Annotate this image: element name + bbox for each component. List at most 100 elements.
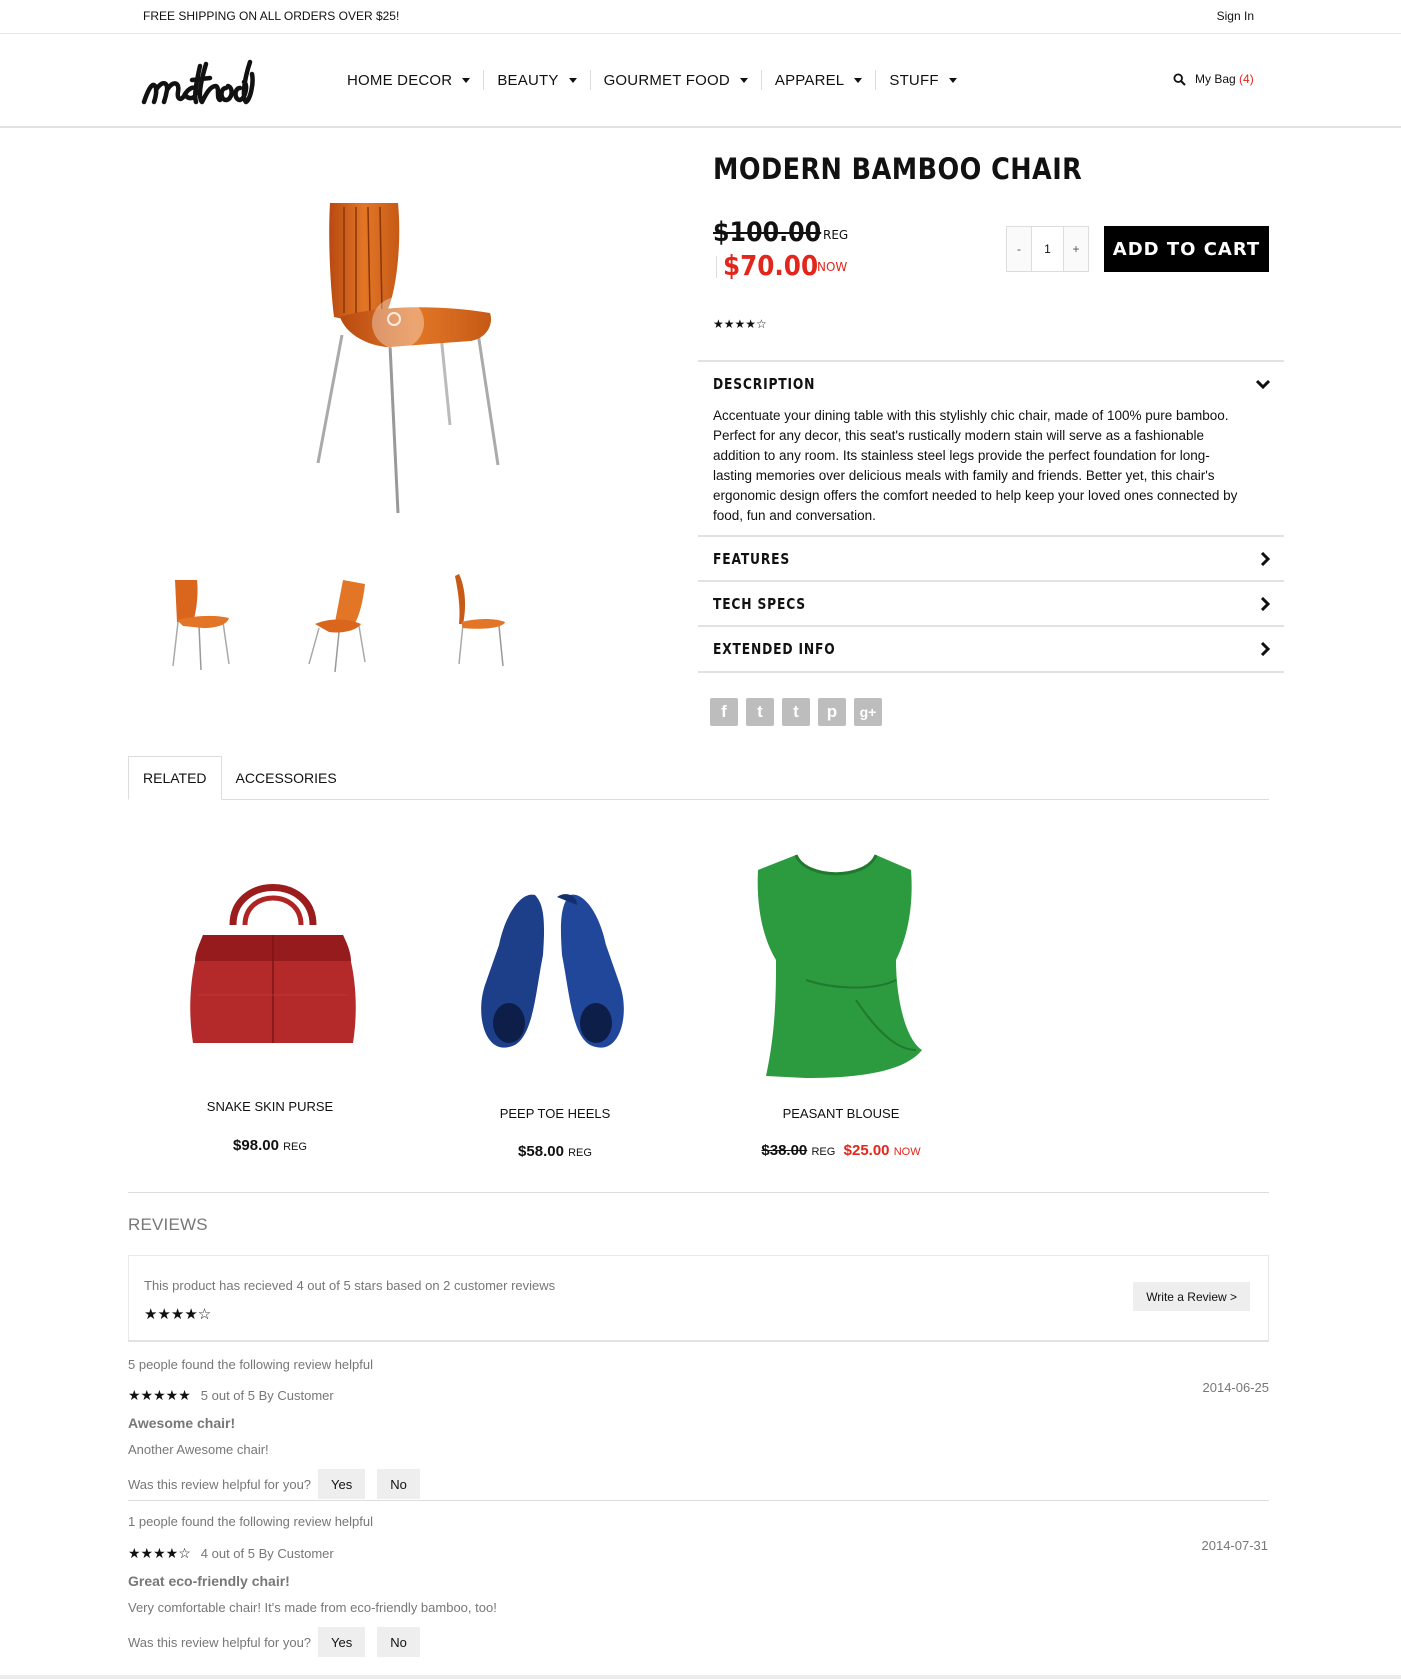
price-label: REG bbox=[811, 1146, 836, 1158]
sign-in-link[interactable]: Sign In bbox=[1217, 9, 1254, 23]
main-nav: HOME DECOR BEAUTY GOURMET FOOD APPAREL S… bbox=[347, 70, 970, 90]
price-divider bbox=[716, 256, 717, 278]
product-rating-stars: ★★★★☆ bbox=[713, 317, 767, 331]
accordion-header[interactable]: DESCRIPTION bbox=[698, 362, 1284, 406]
nav-gourmet-food[interactable]: GOURMET FOOD bbox=[589, 70, 761, 90]
related-product-image-heels[interactable] bbox=[465, 885, 640, 1055]
related-product-image-blouse[interactable] bbox=[746, 850, 926, 1080]
price-value: $98.00 bbox=[233, 1137, 279, 1154]
caret-down-icon bbox=[462, 77, 471, 83]
related-tabs: RELATED ACCESSORIES bbox=[128, 756, 1269, 800]
sale-price-value: $25.00 bbox=[843, 1142, 890, 1159]
review-body: Another Awesome chair! bbox=[128, 1442, 269, 1457]
write-review-button[interactable]: Write a Review > bbox=[1133, 1282, 1250, 1311]
product-main-image[interactable] bbox=[290, 195, 530, 515]
price-label: NOW bbox=[893, 1146, 921, 1158]
bag-count-badge: (4) bbox=[1239, 72, 1254, 86]
review-stars: ★★★★★ bbox=[128, 1387, 191, 1403]
accordion-header[interactable]: FEATURES bbox=[698, 537, 1284, 581]
top-bar: FREE SHIPPING ON ALL ORDERS OVER $25! Si… bbox=[0, 0, 1401, 34]
price-label: REG bbox=[568, 1147, 592, 1159]
chevron-right-icon bbox=[1260, 597, 1270, 611]
qty-input[interactable] bbox=[1031, 227, 1064, 271]
helpful-no-button[interactable]: No bbox=[377, 1469, 420, 1499]
related-product-image-purse[interactable] bbox=[183, 875, 363, 1050]
accordion-title: DESCRIPTION bbox=[713, 375, 816, 393]
site-header: HOME DECOR BEAUTY GOURMET FOOD APPAREL S… bbox=[0, 34, 1401, 128]
nav-beauty[interactable]: BEAUTY bbox=[483, 70, 589, 90]
review-helpful-prompt: Was this review helpful for you? Yes No bbox=[128, 1627, 420, 1657]
now-label: NOW bbox=[817, 260, 848, 274]
accordion-header[interactable]: EXTENDED INFO bbox=[698, 627, 1284, 671]
reg-label: REG bbox=[823, 228, 849, 242]
qty-plus-button[interactable]: + bbox=[1064, 227, 1088, 271]
review-stars: ★★★★☆ bbox=[128, 1545, 191, 1561]
add-to-cart-button[interactable]: ADD TO CART bbox=[1104, 226, 1269, 272]
product-thumbnail-1[interactable] bbox=[163, 572, 243, 672]
nav-home-decor[interactable]: HOME DECOR bbox=[347, 70, 483, 90]
site-logo[interactable] bbox=[140, 44, 280, 114]
page-footer-edge bbox=[0, 1675, 1401, 1679]
review-title: Awesome chair! bbox=[128, 1415, 236, 1431]
helpful-question: Was this review helpful for you? bbox=[128, 1634, 312, 1650]
related-product-name[interactable]: PEASANT BLOUSE bbox=[721, 1106, 961, 1121]
review-rating-text: 4 out of 5 By Customer bbox=[200, 1546, 334, 1561]
product-thumbnail-2[interactable] bbox=[303, 572, 383, 672]
accordion-description: DESCRIPTION Accentuate your dining table… bbox=[698, 360, 1284, 526]
review-rating: ★★★★★ 5 out of 5 By Customer bbox=[128, 1387, 334, 1404]
accordion-header[interactable]: TECH SPECS bbox=[698, 582, 1284, 626]
tab-accessories[interactable]: ACCESSORIES bbox=[222, 756, 351, 799]
google-plus-icon[interactable]: g+ bbox=[854, 698, 882, 726]
old-price-value: $38.00 bbox=[761, 1142, 808, 1159]
review-rating: ★★★★☆ 4 out of 5 By Customer bbox=[128, 1545, 334, 1562]
related-product-price: $38.00 REG $25.00 NOW bbox=[721, 1142, 961, 1159]
pinterest-icon[interactable]: p bbox=[818, 698, 846, 726]
helpful-no-button[interactable]: No bbox=[377, 1627, 420, 1657]
helpful-yes-button[interactable]: Yes bbox=[318, 1627, 366, 1657]
nav-label: APPAREL bbox=[774, 71, 845, 89]
nav-label: HOME DECOR bbox=[347, 71, 453, 89]
tab-related[interactable]: RELATED bbox=[128, 756, 222, 800]
related-product-name[interactable]: PEEP TOE HEELS bbox=[435, 1106, 675, 1121]
review-body: Very comfortable chair! It's made from e… bbox=[128, 1600, 497, 1615]
product-title: MODERN BAMBOO CHAIR bbox=[713, 152, 1083, 186]
related-product-price: $98.00 REG bbox=[150, 1137, 390, 1154]
tumblr-icon[interactable]: t bbox=[782, 698, 810, 726]
chevron-right-icon bbox=[1260, 552, 1270, 566]
review-divider bbox=[128, 1500, 1269, 1501]
nav-label: BEAUTY bbox=[497, 71, 559, 89]
review-date: 2014-06-25 bbox=[1202, 1380, 1270, 1395]
nav-label: STUFF bbox=[889, 71, 939, 89]
bag-label: My Bag bbox=[1195, 72, 1236, 86]
caret-down-icon bbox=[739, 77, 748, 83]
related-product-price: $58.00 REG bbox=[435, 1143, 675, 1160]
product-thumbnail-3[interactable] bbox=[443, 572, 523, 672]
related-product-name[interactable]: SNAKE SKIN PURSE bbox=[150, 1099, 390, 1114]
review-rating-text: 5 out of 5 By Customer bbox=[200, 1388, 334, 1403]
sale-price: $70.00 bbox=[723, 249, 819, 282]
twitter-icon[interactable]: t bbox=[746, 698, 774, 726]
price-label: REG bbox=[283, 1141, 307, 1153]
helpful-yes-button[interactable]: Yes bbox=[318, 1469, 366, 1499]
review-summary-text: This product has recieved 4 out of 5 sta… bbox=[144, 1278, 556, 1293]
accordion-title: EXTENDED INFO bbox=[713, 640, 836, 658]
caret-down-icon bbox=[568, 77, 577, 83]
review-helpful-count: 1 people found the following review help… bbox=[128, 1514, 374, 1529]
qty-minus-button[interactable]: - bbox=[1007, 227, 1031, 271]
search-icon[interactable] bbox=[1173, 73, 1186, 86]
reviews-heading: REVIEWS bbox=[128, 1215, 208, 1234]
chevron-right-icon bbox=[1260, 642, 1270, 656]
review-helpful-prompt: Was this review helpful for you? Yes No bbox=[128, 1469, 420, 1499]
my-bag-link[interactable]: My Bag (4) bbox=[1195, 72, 1254, 86]
review-summary: This product has recieved 4 out of 5 sta… bbox=[128, 1255, 1269, 1342]
accordion-features: FEATURES bbox=[698, 535, 1284, 581]
caret-down-icon bbox=[854, 77, 863, 83]
review-title: Great eco-friendly chair! bbox=[128, 1573, 290, 1589]
nav-stuff[interactable]: STUFF bbox=[875, 70, 969, 90]
nav-apparel[interactable]: APPAREL bbox=[760, 70, 876, 90]
regular-price-value: $100.00 bbox=[713, 217, 822, 248]
helpful-question: Was this review helpful for you? bbox=[128, 1476, 312, 1492]
product-accordion: DESCRIPTION Accentuate your dining table… bbox=[698, 360, 1284, 674]
quantity-stepper: - + bbox=[1006, 226, 1089, 272]
facebook-icon[interactable]: f bbox=[710, 698, 738, 726]
